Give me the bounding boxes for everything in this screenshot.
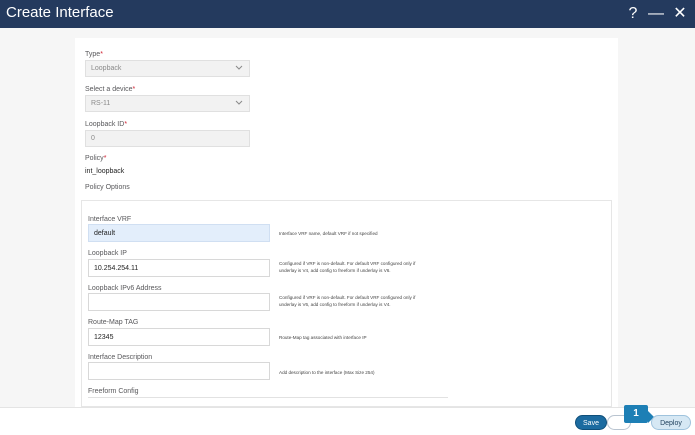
deploy-button[interactable]: Deploy bbox=[651, 415, 691, 430]
freeform-config-editor[interactable] bbox=[88, 397, 448, 398]
step-badge: 1 bbox=[624, 405, 648, 423]
route-map-tag-input[interactable]: 12345 bbox=[88, 328, 270, 346]
policy-options-panel: Interface VRF default Interface VRF name… bbox=[81, 200, 612, 407]
loopback-id-value: 0 bbox=[91, 135, 95, 142]
window-title: Create Interface bbox=[6, 4, 114, 21]
loopback-ipv6-label: Loopback IPv6 Address bbox=[88, 285, 162, 292]
help-icon[interactable]: ? bbox=[623, 3, 643, 25]
freeform-config-label: Freeform Config bbox=[88, 388, 139, 395]
interface-vrf-value: default bbox=[94, 230, 116, 237]
loopback-id-input[interactable]: 0 bbox=[85, 130, 250, 147]
minimize-icon[interactable]: — bbox=[646, 3, 666, 25]
type-label: Type* bbox=[85, 51, 103, 58]
device-value: RS-11 bbox=[91, 100, 111, 107]
loopback-ip-help: Configured if VRF is non-default. For de… bbox=[279, 261, 416, 273]
title-bar: Create Interface ? — ✕ bbox=[0, 0, 695, 28]
chevron-down-icon bbox=[235, 65, 243, 73]
footer-bar: Save 1 Deploy bbox=[0, 405, 695, 435]
type-value: Loopback bbox=[91, 65, 122, 72]
policy-value: int_loopback bbox=[85, 168, 125, 175]
route-map-tag-label: Route-Map TAG bbox=[88, 319, 139, 326]
route-map-tag-value: 12345 bbox=[94, 334, 114, 341]
route-map-tag-help: Route-Map tag associated with interface … bbox=[279, 335, 367, 340]
interface-vrf-help: Interface VRF name, default VRF if not s… bbox=[279, 231, 378, 236]
interface-description-input[interactable] bbox=[88, 362, 270, 380]
device-select[interactable]: RS-11 bbox=[85, 95, 250, 112]
interface-description-help: Add description to the interface (Max Si… bbox=[279, 370, 375, 375]
loopback-ipv6-help: Configured if VRF is non-default. For de… bbox=[279, 295, 416, 307]
content-area: Type* Loopback Select a device* RS-11 Lo… bbox=[0, 28, 695, 407]
policy-label: Policy* bbox=[85, 155, 107, 162]
interface-vrf-label: Interface VRF bbox=[88, 216, 132, 223]
loopback-id-label: Loopback ID* bbox=[85, 121, 128, 128]
form-card: Type* Loopback Select a device* RS-11 Lo… bbox=[75, 38, 618, 407]
type-select[interactable]: Loopback bbox=[85, 60, 250, 77]
interface-description-label: Interface Description bbox=[88, 354, 153, 361]
loopback-ip-input[interactable]: 10.254.254.11 bbox=[88, 259, 270, 277]
chevron-down-icon bbox=[235, 100, 243, 108]
loopback-ip-label: Loopback IP bbox=[88, 250, 127, 257]
loopback-ipv6-input[interactable] bbox=[88, 293, 270, 311]
loopback-ip-value: 10.254.254.11 bbox=[94, 265, 139, 272]
policy-options-label: Policy Options bbox=[85, 184, 130, 191]
interface-vrf-input[interactable]: default bbox=[88, 224, 270, 242]
close-icon[interactable]: ✕ bbox=[670, 3, 690, 25]
device-label: Select a device* bbox=[85, 86, 136, 93]
save-button[interactable]: Save bbox=[575, 415, 607, 430]
